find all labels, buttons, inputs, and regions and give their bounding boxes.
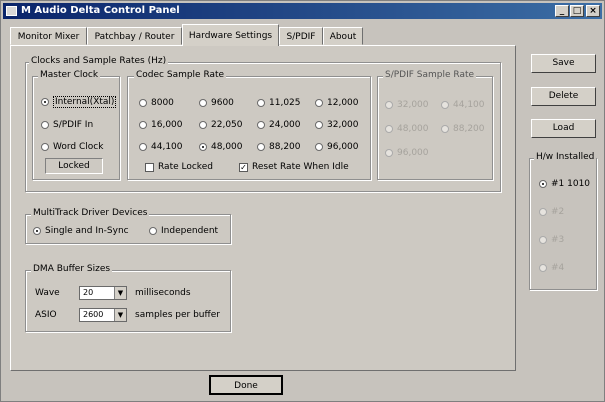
spdif-rate-radio: 44,100: [441, 100, 485, 110]
rate-locked-checkbox[interactable]: Rate Locked: [145, 162, 213, 172]
codec-rate-radio[interactable]: 12,000: [315, 98, 359, 108]
codec-rate-radio-selected[interactable]: 48,000: [199, 142, 243, 152]
codec-rate-radio[interactable]: 32,000: [315, 120, 359, 130]
dma-group: [25, 270, 231, 332]
multitrack-independent-radio[interactable]: Independent: [149, 226, 218, 236]
hw-card-2-radio: #2: [539, 207, 564, 217]
app-icon: [6, 6, 17, 16]
tab-monitor-mixer[interactable]: Monitor Mixer: [10, 27, 87, 45]
codec-rate-radio[interactable]: 8000: [139, 98, 174, 108]
hw-card-3-radio: #3: [539, 235, 564, 245]
save-button[interactable]: Save: [531, 54, 596, 73]
master-clock-internal-radio[interactable]: Internal(Xtal): [41, 96, 117, 108]
codec-rate-radio[interactable]: 88,200: [257, 142, 301, 152]
master-clock-wordclock-radio[interactable]: Word Clock: [41, 142, 103, 152]
asio-label: ASIO: [35, 310, 57, 320]
codec-rate-radio[interactable]: 22,050: [199, 120, 243, 130]
spdif-rate-title: S/PDIF Sample Rate: [383, 70, 477, 80]
minimize-button[interactable]: _: [555, 5, 569, 17]
maximize-button[interactable]: □: [570, 5, 584, 17]
tab-hardware-settings[interactable]: Hardware Settings: [182, 24, 279, 46]
clock-lock-status: Locked: [45, 158, 103, 174]
master-clock-title: Master Clock: [38, 70, 101, 80]
radio-dot: [41, 98, 49, 106]
hardware-settings-panel: Clocks and Sample Rates (Hz) Master Cloc…: [10, 45, 516, 371]
checkbox-box: ✓: [239, 162, 248, 172]
clocks-group-title: Clocks and Sample Rates (Hz): [29, 56, 169, 66]
delete-button[interactable]: Delete: [531, 87, 596, 106]
close-button[interactable]: ×: [586, 5, 600, 17]
chevron-down-icon: ▼: [114, 309, 126, 321]
load-button[interactable]: Load: [531, 119, 596, 138]
reset-rate-checkbox[interactable]: ✓ Reset Rate When Idle: [239, 162, 349, 172]
control-panel-window: M Audio Delta Control Panel _ □ × Monito…: [0, 0, 605, 402]
wave-unit: milliseconds: [135, 288, 191, 298]
radio-dot: [41, 121, 49, 129]
radio-dot: [41, 143, 49, 151]
title-bar[interactable]: M Audio Delta Control Panel _ □ ×: [3, 3, 602, 19]
master-clock-spdif-radio[interactable]: S/PDIF In: [41, 120, 93, 130]
asio-buffer-select[interactable]: 2600 ▼: [79, 308, 127, 322]
codec-rate-title: Codec Sample Rate: [134, 70, 227, 80]
spdif-rate-radio: 48,000: [385, 124, 429, 134]
hw-card-4-radio: #4: [539, 263, 564, 273]
codec-rate-radio[interactable]: 96,000: [315, 142, 359, 152]
spdif-rate-radio: 96,000: [385, 148, 429, 158]
codec-rate-radio[interactable]: 11,025: [257, 98, 301, 108]
hw-card-1-radio[interactable]: #1 1010: [539, 179, 590, 189]
hw-installed-title: H/w Installed: [534, 152, 597, 162]
checkbox-box: [145, 162, 154, 172]
window-title: M Audio Delta Control Panel: [21, 5, 180, 16]
dma-title: DMA Buffer Sizes: [31, 264, 113, 274]
wave-buffer-select[interactable]: 20 ▼: [79, 286, 127, 300]
wave-label: Wave: [35, 288, 60, 298]
tab-spdif[interactable]: S/PDIF: [279, 27, 323, 45]
codec-rate-radio[interactable]: 16,000: [139, 120, 183, 130]
asio-unit: samples per buffer: [135, 310, 220, 320]
tab-about[interactable]: About: [323, 27, 363, 45]
chevron-down-icon: ▼: [114, 287, 126, 299]
multitrack-single-radio[interactable]: Single and In-Sync: [33, 226, 129, 236]
multitrack-title: MultiTrack Driver Devices: [31, 208, 150, 218]
spdif-rate-radio: 32,000: [385, 100, 429, 110]
spdif-rate-radio: 88,200: [441, 124, 485, 134]
tab-patchbay-router[interactable]: Patchbay / Router: [87, 27, 182, 45]
codec-rate-radio[interactable]: 9600: [199, 98, 234, 108]
done-button[interactable]: Done: [209, 375, 283, 395]
codec-rate-radio[interactable]: 44,100: [139, 142, 183, 152]
codec-rate-radio[interactable]: 24,000: [257, 120, 301, 130]
